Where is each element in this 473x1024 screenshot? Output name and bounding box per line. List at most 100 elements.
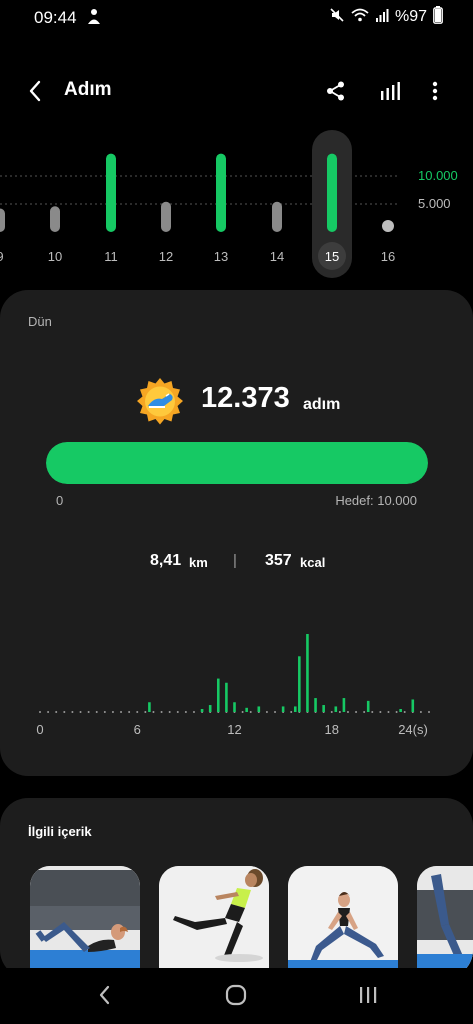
- day-tick-label[interactable]: 16: [381, 249, 395, 264]
- hour-dot: [160, 711, 163, 713]
- trends-button[interactable]: [375, 76, 405, 106]
- goal-achieved-badge-icon: [134, 376, 186, 428]
- hour-tick-label: 18: [325, 722, 339, 737]
- calories-value: 357: [265, 552, 292, 569]
- day-tick-label[interactable]: 14: [270, 249, 284, 264]
- related-content-title: İlgili içerik: [28, 824, 92, 839]
- workout-image: [159, 866, 269, 968]
- nav-home-button[interactable]: [216, 980, 256, 1010]
- back-icon: [99, 985, 110, 1005]
- hour-dot: [120, 711, 123, 713]
- hour-dot: [39, 711, 41, 713]
- notification-icon: [86, 8, 102, 26]
- steps-unit: adım: [303, 396, 341, 413]
- goal-progress-bar: [46, 442, 428, 484]
- hour-dot: [371, 711, 374, 713]
- workout-image: [288, 866, 398, 968]
- hour-dot: [63, 711, 66, 713]
- day-tick-label[interactable]: 10: [48, 249, 62, 264]
- related-content-card: İlgili içerik: [0, 798, 473, 978]
- hour-tick-label: 0: [36, 722, 43, 737]
- status-time: 09:44: [34, 8, 77, 27]
- status-bar: 09:44 %97: [0, 0, 473, 34]
- related-thumbnail-lunge[interactable]: [288, 866, 398, 968]
- day-tick-label[interactable]: 13: [214, 249, 228, 264]
- battery-icon: [433, 5, 443, 29]
- hour-dot: [249, 711, 252, 713]
- app-header: Adım: [0, 66, 473, 116]
- hour-dot: [176, 711, 179, 713]
- share-icon: [327, 81, 344, 101]
- hour-dot: [419, 711, 422, 713]
- hour-dot: [47, 711, 50, 713]
- workout-image: [417, 866, 473, 968]
- hour-dot: [290, 711, 293, 713]
- hour-dot: [55, 711, 58, 713]
- day-tick-label[interactable]: 11: [104, 249, 118, 264]
- hour-dot: [71, 711, 74, 713]
- distance-unit: km: [189, 555, 208, 570]
- period-label: Dün: [28, 314, 52, 329]
- day-tick-label[interactable]: 9: [0, 249, 4, 264]
- hour-dot: [387, 711, 390, 713]
- hour-tick-label: 12: [227, 722, 241, 737]
- hourly-steps-chart: 0 6 12 18 24(s): [36, 634, 430, 737]
- workout-image: [30, 866, 140, 968]
- hour-dot: [136, 711, 139, 713]
- more-options-button[interactable]: [420, 76, 450, 106]
- hour-dot: [95, 711, 98, 713]
- page-title: Adım: [64, 79, 112, 100]
- related-thumbnail-kick[interactable]: [159, 866, 269, 968]
- hour-dot: [363, 711, 366, 713]
- hour-dot: [428, 711, 430, 713]
- hour-dot: [128, 711, 131, 713]
- daily-steps-chart[interactable]: 10.000 5.000 9 10 11 12 13 14 15 16: [0, 126, 473, 286]
- bar-chart-icon: [381, 82, 400, 100]
- stats-separator: |: [233, 552, 237, 569]
- steps-count: 12.373: [201, 382, 290, 414]
- hour-dot: [395, 711, 398, 713]
- summary-card: Dün 12.373 adım 0 Hedef: 10.000 8,41 km …: [0, 290, 473, 776]
- back-button[interactable]: [20, 76, 50, 106]
- hour-dot: [79, 711, 82, 713]
- progress-min-label: 0: [56, 493, 64, 508]
- recents-icon: [360, 987, 377, 1003]
- hour-dot: [346, 711, 349, 713]
- system-nav-bar: [0, 968, 473, 1024]
- wifi-icon: [351, 8, 369, 27]
- mute-icon: [329, 7, 345, 28]
- share-button[interactable]: [321, 76, 351, 106]
- distance-value: 8,41: [150, 552, 182, 569]
- day-tick-label[interactable]: 12: [159, 249, 173, 264]
- hour-dot: [103, 711, 106, 713]
- hour-dot: [274, 711, 277, 713]
- hour-dot: [192, 711, 195, 713]
- activity-stats: 8,41 km | 357 kcal: [0, 552, 473, 572]
- battery-level: %97: [394, 8, 427, 25]
- more-vertical-icon: [432, 81, 438, 101]
- hour-tick-label: 6: [134, 722, 141, 737]
- related-thumbnail-leg-raise[interactable]: [417, 866, 473, 968]
- nav-back-button[interactable]: [84, 980, 124, 1010]
- gridline-label: 5.000: [418, 196, 451, 211]
- gridline-label: 10.000: [418, 168, 458, 183]
- progress-goal-label: Hedef: 10.000: [335, 493, 417, 508]
- nav-recents-button[interactable]: [348, 980, 388, 1010]
- related-thumbnail-crunches[interactable]: [30, 866, 140, 968]
- goal-progress-fill: [46, 442, 428, 484]
- chevron-left-icon: [29, 80, 41, 102]
- day-bar[interactable]: [382, 220, 394, 232]
- hour-dot: [379, 711, 382, 713]
- hour-dot: [144, 711, 147, 713]
- calories-unit: kcal: [300, 555, 326, 570]
- status-icons: %97: [329, 5, 443, 29]
- day-tick-label[interactable]: 15: [325, 249, 339, 264]
- hour-dot: [265, 711, 268, 713]
- hour-dot: [338, 711, 341, 713]
- signal-icon: [375, 8, 389, 27]
- hour-dot: [330, 711, 333, 713]
- hour-dot: [403, 711, 406, 713]
- hour-dot: [355, 711, 358, 713]
- hour-tick-label: 24(s): [398, 722, 428, 737]
- hour-dot: [184, 711, 187, 713]
